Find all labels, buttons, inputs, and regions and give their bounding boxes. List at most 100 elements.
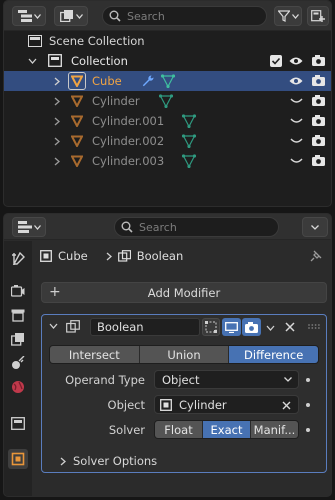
properties-header: Search	[4, 214, 331, 240]
eye-icon[interactable]	[289, 76, 303, 86]
keyframe-dot[interactable]	[306, 403, 310, 407]
camera-icon[interactable]	[312, 55, 325, 66]
outliner-search[interactable]: Search	[102, 6, 267, 26]
tab-collection[interactable]	[8, 413, 28, 433]
camera-icon[interactable]	[312, 135, 325, 146]
display-mode-button[interactable]	[54, 6, 88, 26]
properties-search[interactable]: Search	[114, 217, 279, 237]
checkbox-checked-icon[interactable]	[270, 55, 282, 67]
edit-mode-toggle[interactable]	[202, 318, 220, 336]
add-modifier-label: Add Modifier	[147, 285, 221, 300]
plus-icon: +	[49, 284, 61, 300]
breadcrumb-object: Cube	[58, 249, 88, 263]
breadcrumb: Cube Boolean	[40, 246, 183, 266]
operation-selector: Intersect Union Difference	[49, 345, 319, 364]
outliner-row-cylinder-002[interactable]: Cylinder.002	[4, 131, 331, 151]
camera-icon[interactable]	[312, 95, 325, 106]
mesh-data-icon[interactable]	[159, 94, 173, 108]
boolean-modifier-icon	[66, 320, 80, 333]
eye-icon[interactable]	[289, 56, 303, 66]
chevron-down-icon[interactable]	[49, 323, 58, 329]
editor-type-button[interactable]	[12, 217, 46, 237]
add-modifier-button[interactable]: + Add Modifier	[41, 282, 327, 303]
row-label: Cylinder	[92, 94, 140, 108]
tab-tool[interactable]	[8, 249, 28, 269]
render-icon	[11, 285, 25, 297]
chevron-down-icon	[291, 13, 299, 19]
operand-type-dropdown[interactable]: Object	[154, 370, 299, 389]
tool-icon	[12, 252, 25, 265]
modifier-name-field[interactable]: Boolean	[90, 318, 200, 336]
mesh-data-icon[interactable]	[182, 114, 196, 128]
outliner-row-cylinder-003[interactable]: Cylinder.003	[4, 151, 331, 171]
mesh-data-icon[interactable]	[182, 154, 196, 168]
chevron-right-icon	[60, 457, 66, 465]
eye-closed-icon[interactable]	[290, 98, 303, 104]
solver-selector: Float Exact Manif...	[154, 420, 299, 439]
new-collection-button[interactable]	[307, 6, 329, 26]
outliner-row-cube[interactable]: Cube	[4, 71, 331, 91]
chevron-right-icon[interactable]	[54, 157, 60, 166]
keyframe-dot[interactable]	[306, 378, 310, 382]
search-icon	[121, 221, 133, 233]
outliner-row-scene-collection[interactable]: Scene Collection	[4, 31, 331, 51]
operation-difference[interactable]: Difference	[229, 346, 318, 363]
mesh-data-icon[interactable]	[182, 134, 196, 148]
eye-closed-icon[interactable]	[290, 138, 303, 144]
breadcrumb-modifier: Boolean	[136, 249, 184, 263]
eye-closed-icon[interactable]	[290, 158, 303, 164]
row-label: Scene Collection	[49, 34, 145, 48]
operation-intersect[interactable]: Intersect	[50, 346, 140, 363]
eye-closed-icon[interactable]	[290, 118, 303, 124]
scene-icon	[12, 356, 25, 369]
chevron-right-icon	[106, 252, 112, 260]
operand-type-label: Operand Type	[65, 373, 145, 387]
mesh-data-icon[interactable]	[161, 74, 175, 88]
tab-world[interactable]	[8, 377, 28, 397]
solver-options-label: Solver Options	[73, 454, 158, 468]
tab-output[interactable]	[8, 305, 28, 325]
drag-handle-icon[interactable]	[308, 324, 320, 329]
chevron-down-icon[interactable]	[28, 58, 37, 64]
wrench-icon[interactable]	[142, 75, 154, 87]
tab-view-layer[interactable]	[8, 329, 28, 349]
camera-icon[interactable]	[312, 155, 325, 166]
operation-union[interactable]: Union	[139, 346, 230, 363]
filter-icon	[277, 10, 290, 22]
properties-icon	[17, 221, 32, 233]
chevron-right-icon[interactable]	[54, 97, 60, 106]
solver-manifold[interactable]: Manif...	[251, 421, 298, 438]
chevron-right-icon[interactable]	[54, 117, 60, 126]
object-field[interactable]: Cylinder	[154, 395, 299, 414]
chevron-down-icon	[284, 377, 292, 382]
viewport-toggle[interactable]	[222, 318, 241, 336]
solver-float[interactable]: Float	[155, 421, 203, 438]
tab-render[interactable]	[8, 281, 28, 301]
chevron-right-icon[interactable]	[54, 77, 60, 86]
chevron-right-icon[interactable]	[54, 137, 60, 146]
editor-type-button[interactable]	[12, 6, 46, 26]
world-icon	[12, 381, 24, 393]
options-button[interactable]	[302, 217, 328, 237]
camera-icon[interactable]	[312, 75, 325, 86]
object-triangle-icon	[71, 75, 83, 87]
solver-exact[interactable]: Exact	[203, 421, 251, 438]
outliner-row-collection[interactable]: Collection	[4, 51, 331, 71]
object-triangle-icon	[71, 155, 83, 167]
close-icon[interactable]	[285, 322, 295, 332]
tab-scene[interactable]	[8, 353, 28, 373]
camera-icon[interactable]	[312, 115, 325, 126]
clear-icon[interactable]	[282, 401, 291, 410]
outliner-row-cylinder[interactable]: Cylinder	[4, 91, 331, 111]
tab-object[interactable]	[8, 449, 28, 469]
chevron-down-icon[interactable]	[266, 325, 275, 331]
solver-options-subpanel[interactable]: Solver Options	[60, 452, 157, 470]
pin-icon[interactable]	[310, 250, 322, 262]
chevron-down-icon	[33, 224, 41, 230]
keyframe-dot[interactable]	[306, 428, 310, 432]
monitor-icon	[225, 321, 238, 333]
outliner-row-cylinder-001[interactable]: Cylinder.001	[4, 111, 331, 131]
render-toggle[interactable]	[242, 318, 261, 336]
filter-button[interactable]	[274, 6, 302, 26]
camera-icon	[245, 321, 258, 333]
